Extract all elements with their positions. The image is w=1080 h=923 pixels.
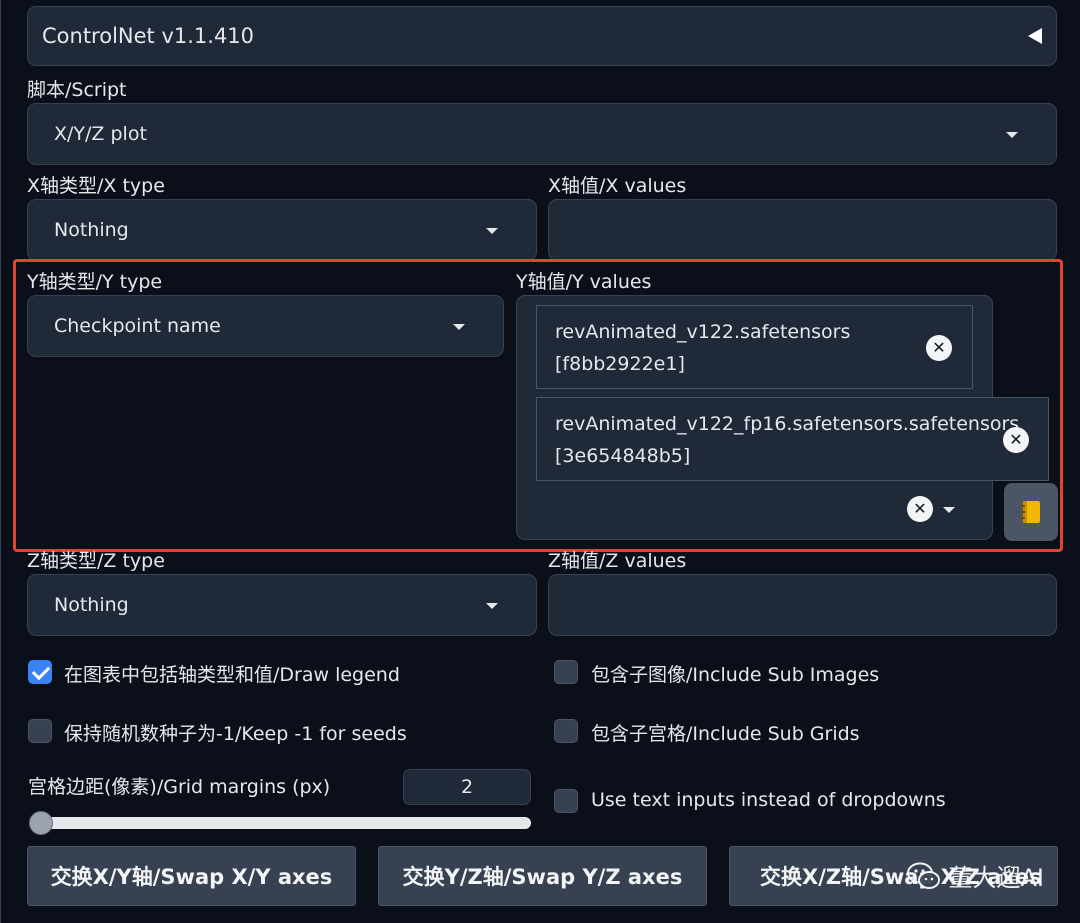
swap-xy-button[interactable]: 交换X/Y轴/Swap X/Y axes [27, 846, 356, 906]
chevron-down-icon [486, 603, 498, 609]
y-type-dropdown[interactable]: Checkpoint name [27, 295, 504, 357]
x-values-input[interactable] [548, 199, 1057, 261]
watermark: 董大遛AI [906, 858, 1045, 893]
z-type-dropdown[interactable]: Nothing [27, 574, 537, 636]
script-value: X/Y/Z plot [54, 123, 147, 145]
keep-seeds-checkbox[interactable] [28, 719, 52, 743]
chevron-down-icon [453, 324, 465, 330]
keep-seeds-label: 保持随机数种子为-1/Keep -1 for seeds [64, 723, 407, 745]
tag-line-2: [3e654848b5] [555, 445, 691, 467]
tag-line-1: revAnimated_v122.safetensors [555, 321, 851, 343]
include-sub-images-checkbox[interactable] [554, 660, 578, 684]
remove-tag-icon[interactable]: ✕ [926, 335, 952, 361]
include-sub-images-label: 包含子图像/Include Sub Images [591, 664, 880, 686]
grid-margins-value: 2 [460, 776, 474, 798]
remove-tag-icon[interactable]: ✕ [1003, 427, 1029, 453]
swap-yz-button[interactable]: 交换Y/Z轴/Swap Y/Z axes [378, 846, 707, 906]
x-type-dropdown[interactable]: Nothing [27, 199, 537, 261]
text-inputs-label: Use text inputs instead of dropdowns [591, 789, 946, 811]
script-label: 脚本/Script [27, 79, 127, 101]
z-type-value: Nothing [54, 594, 129, 616]
text-inputs-checkbox[interactable] [554, 789, 578, 813]
y-values-label: Y轴值/Y values [516, 271, 652, 293]
draw-legend-checkbox[interactable] [28, 660, 52, 684]
accordion-title: ControlNet v1.1.410 [42, 24, 255, 48]
include-sub-grids-label: 包含子宫格/Include Sub Grids [591, 723, 860, 745]
watermark-text: 董大遛AI [948, 864, 1045, 892]
notebook-icon [1021, 501, 1040, 523]
xyz-plot-panel: ControlNet v1.1.410 脚本/Script X/Y/Z plot… [0, 0, 1080, 923]
grid-margins-slider[interactable] [31, 817, 531, 829]
chevron-down-icon[interactable] [943, 507, 955, 513]
grid-margins-number-input[interactable]: 2 [403, 769, 531, 805]
wechat-icon [906, 862, 940, 889]
z-type-label: Z轴类型/Z type [27, 550, 165, 572]
y-value-tag: revAnimated_v122_fp16.safetensors.safete… [536, 397, 1049, 481]
script-dropdown[interactable]: X/Y/Z plot [27, 103, 1057, 165]
tag-line-1: revAnimated_v122_fp16.safetensors.safete… [555, 413, 1020, 435]
grid-margins-label: 宫格边距(像素)/Grid margins (px) [28, 776, 331, 798]
z-values-label: Z轴值/Z values [548, 550, 687, 572]
draw-legend-label: 在图表中包括轴类型和值/Draw legend [64, 664, 400, 686]
collapse-triangle-icon [1028, 28, 1042, 44]
include-sub-grids-checkbox[interactable] [554, 719, 578, 743]
clear-all-icon[interactable]: ✕ [907, 496, 933, 522]
y-type-value: Checkpoint name [54, 315, 221, 337]
y-value-tag: revAnimated_v122.safetensors [f8bb2922e1… [536, 305, 973, 389]
chevron-down-icon [1006, 132, 1018, 138]
z-values-input[interactable] [548, 574, 1057, 636]
chevron-down-icon [486, 228, 498, 234]
controlnet-accordion[interactable]: ControlNet v1.1.410 [27, 6, 1057, 66]
slider-handle[interactable] [29, 811, 53, 835]
x-type-value: Nothing [54, 219, 129, 241]
x-type-label: X轴类型/X type [27, 175, 165, 197]
x-values-label: X轴值/X values [548, 175, 687, 197]
fill-values-button[interactable] [1004, 483, 1058, 541]
y-type-label: Y轴类型/Y type [27, 271, 163, 293]
tag-line-2: [f8bb2922e1] [555, 353, 685, 375]
